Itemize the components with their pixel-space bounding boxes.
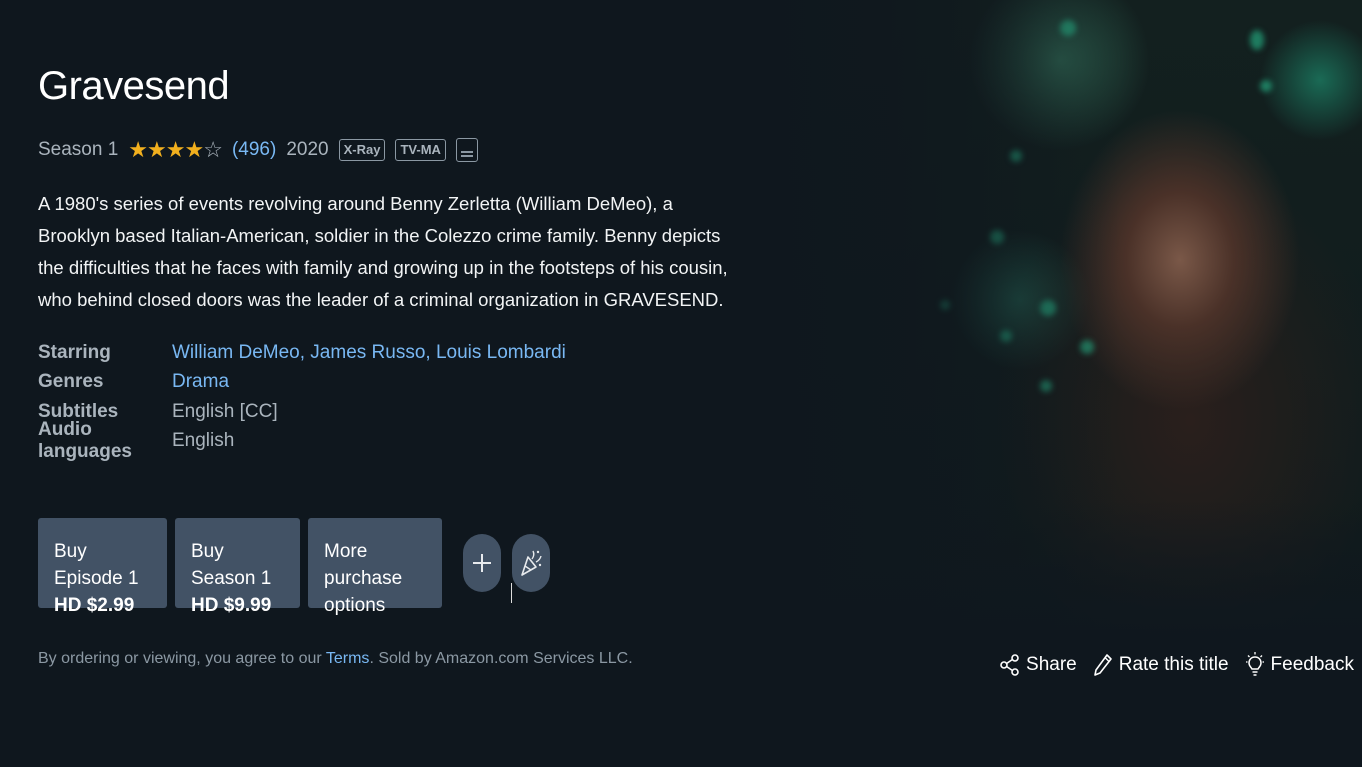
pencil-icon: [1093, 654, 1112, 676]
add-to-watchlist-button[interactable]: [463, 534, 501, 592]
genre-link[interactable]: Drama: [172, 371, 229, 393]
star-icon: ★: [184, 137, 205, 162]
star-empty-icon: ☆: [203, 137, 223, 162]
page-title: Gravesend: [38, 64, 230, 108]
star-rating[interactable]: ★ ★ ★ ★ ☆: [128, 137, 223, 163]
plus-icon: [473, 554, 491, 572]
legal-suffix: . Sold by Amazon.com Services LLC.: [369, 650, 633, 667]
rate-title-button[interactable]: Rate this title: [1093, 653, 1229, 677]
detail-label: Audio languages: [38, 419, 132, 463]
hero-fade-bottom: [760, 500, 1362, 640]
purchase-buttons: Buy Episode 1 HD $2.99 Buy Season 1 HD $…: [38, 518, 550, 616]
detail-row-genres: Genres Drama: [38, 368, 566, 398]
star-icon: ★: [128, 137, 148, 162]
feedback-label: Feedback: [1270, 654, 1354, 675]
starring-links[interactable]: William DeMeo, James Russo, Louis Lombar…: [172, 342, 566, 364]
button-label: options: [324, 595, 386, 616]
terms-link[interactable]: Terms: [326, 650, 370, 667]
more-purchase-options-button[interactable]: More purchase options: [308, 518, 442, 616]
text-cursor: [511, 583, 512, 603]
button-label: Buy Season 1: [191, 541, 272, 589]
season-label: Season 1: [38, 139, 119, 160]
button-price: HD $9.99: [191, 595, 272, 616]
button-label: More purchase: [324, 541, 403, 589]
feedback-button[interactable]: Feedback: [1245, 652, 1354, 678]
meta-row: Season 1 ★ ★ ★ ★ ☆ (496) 2020 X-Ray TV-M…: [38, 136, 478, 164]
watch-party-button[interactable]: [512, 534, 550, 592]
share-button[interactable]: Share: [1000, 654, 1077, 676]
star-icon: ★: [165, 137, 186, 162]
detail-label: Genres: [38, 371, 104, 393]
star-icon: ★: [147, 137, 167, 162]
button-label: Buy Episode 1: [54, 541, 139, 589]
buy-season-button[interactable]: Buy Season 1 HD $9.99: [175, 518, 300, 616]
title-actions: Share Rate this title Feedback: [1000, 652, 1354, 678]
release-year: 2020: [286, 139, 329, 160]
legal-prefix: By ordering or viewing, you agree to our: [38, 650, 326, 667]
xray-badge: X-Ray: [338, 139, 386, 161]
detail-value: English [CC]: [172, 400, 278, 422]
details-list: Starring William DeMeo, James Russo, Lou…: [38, 338, 566, 463]
synopsis: A 1980's series of events revolving arou…: [38, 193, 728, 310]
rating-count-link[interactable]: (496): [232, 139, 276, 161]
lightbulb-icon: [1245, 652, 1264, 676]
watch-party-icon: [521, 550, 542, 576]
detail-row-starring: Starring William DeMeo, James Russo, Lou…: [38, 338, 566, 368]
buy-episode-button[interactable]: Buy Episode 1 HD $2.99: [38, 518, 167, 616]
detail-row-audio: Audio languages English: [38, 419, 566, 462]
share-label: Share: [1026, 654, 1077, 675]
maturity-rating-badge: TV-MA: [395, 139, 446, 161]
legal-text: By ordering or viewing, you agree to our…: [38, 650, 633, 668]
button-price: HD $2.99: [54, 595, 135, 616]
rate-label: Rate this title: [1118, 654, 1229, 675]
detail-value: English: [172, 430, 235, 452]
subtitles-icon: [455, 138, 478, 162]
detail-label: Starring: [38, 341, 111, 363]
share-icon: [1000, 654, 1019, 676]
